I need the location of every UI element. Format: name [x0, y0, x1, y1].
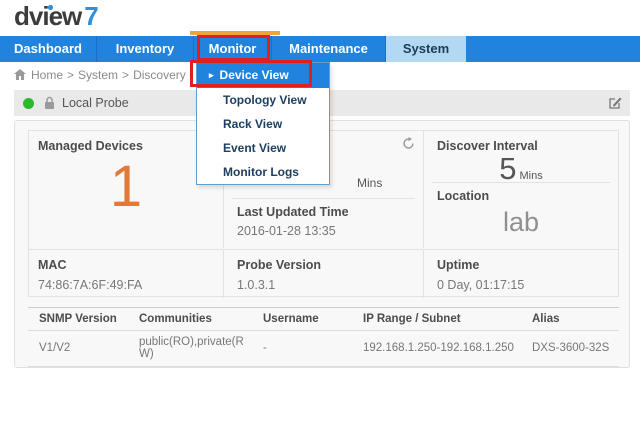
breadcrumb-separator: >: [67, 68, 74, 82]
mac-label: MAC: [38, 258, 66, 272]
probe-version-label: Probe Version: [237, 258, 321, 272]
managed-devices-card: Managed Devices 1: [29, 131, 224, 248]
nav-tab-maintenance[interactable]: Maintenance: [272, 36, 386, 62]
lock-icon: [44, 96, 55, 110]
menu-item-rack-view[interactable]: Rack View: [197, 112, 329, 136]
col-header-alias: Alias: [521, 308, 619, 331]
nav-tab-inventory[interactable]: Inventory: [97, 36, 194, 62]
uptime-cell: Uptime 0 Day, 01:17:15: [424, 250, 618, 298]
home-icon: [14, 69, 26, 80]
location-label: Location: [437, 189, 489, 203]
dview-logo: dview7: [14, 1, 98, 32]
divider: [232, 198, 415, 199]
menu-item-label: Device View: [220, 68, 289, 82]
col-header-communities: Communities: [128, 308, 252, 331]
table-row: V1/V2 public(RO),private(RW) - 192.168.1…: [28, 331, 619, 367]
managed-devices-count: 1: [29, 153, 223, 220]
probe-info-row: MAC 74:86:7A:6F:49:FA Probe Version 1.0.…: [29, 249, 618, 297]
cell-communities: public(RO),private(RW): [128, 331, 252, 367]
cell-snmp-version: V1/V2: [28, 331, 128, 367]
uptime-value: 0 Day, 01:17:15: [437, 278, 618, 292]
breadcrumb-separator: >: [122, 68, 129, 82]
menu-item-device-view[interactable]: ▸ Device View: [197, 63, 329, 88]
nav-tab-dashboard[interactable]: Dashboard: [0, 36, 97, 62]
nav-tab-monitor[interactable]: Monitor: [194, 36, 272, 62]
dview-app-window: dview7 Dashboard Inventory Monitor Maint…: [0, 0, 640, 446]
submenu-arrow-icon: ▸: [209, 70, 214, 80]
col-header-snmp-version: SNMP Version: [28, 308, 128, 331]
mac-cell: MAC 74:86:7A:6F:49:FA: [29, 250, 224, 298]
col-header-ip-range: IP Range / Subnet: [352, 308, 521, 331]
logo-i-dot-icon: [48, 5, 53, 10]
refresh-icon[interactable]: [402, 137, 415, 150]
menu-item-topology-view[interactable]: Topology View: [197, 88, 329, 112]
snmp-table: SNMP Version Communities Username IP Ran…: [28, 307, 619, 367]
discover-interval-number: 5: [499, 151, 516, 186]
managed-devices-label: Managed Devices: [38, 139, 143, 153]
cell-ip-range: 192.168.1.250-192.168.1.250: [352, 331, 521, 367]
main-nav: Dashboard Inventory Monitor Maintenance …: [0, 36, 640, 62]
polling-unit-fragment: Mins: [357, 176, 382, 190]
discover-interval-unit: Mins: [520, 170, 543, 182]
last-updated-value: 2016-01-28 13:35: [237, 224, 336, 238]
uptime-label: Uptime: [437, 258, 479, 272]
menu-item-event-view[interactable]: Event View: [197, 136, 329, 160]
probe-title: Local Probe: [62, 90, 129, 116]
app-header: dview7: [0, 0, 640, 36]
menu-item-monitor-logs[interactable]: Monitor Logs: [197, 160, 329, 184]
snmp-table-header-row: SNMP Version Communities Username IP Ran…: [28, 308, 619, 331]
breadcrumb-system[interactable]: System: [78, 68, 118, 82]
nav-tab-system[interactable]: System: [386, 36, 466, 62]
logo-version: 7: [84, 1, 97, 31]
probe-version-cell: Probe Version 1.0.3.1: [224, 250, 424, 298]
monitor-dropdown-menu: ▸ Device View Topology View Rack View Eve…: [196, 62, 330, 185]
location-value: lab: [424, 207, 618, 238]
cell-username: -: [252, 331, 352, 367]
status-online-dot-icon: [23, 98, 34, 109]
breadcrumb-discovery[interactable]: Discovery: [133, 68, 186, 82]
cell-alias: DXS-3600-32S: [521, 331, 619, 367]
last-updated-label: Last Updated Time: [237, 205, 349, 219]
divider: [432, 182, 610, 183]
breadcrumb-home[interactable]: Home: [31, 68, 63, 82]
col-header-username: Username: [252, 308, 352, 331]
interval-location-card: Discover Interval 5Mins Location lab: [424, 131, 618, 248]
edit-icon[interactable]: [608, 96, 622, 110]
probe-version-value: 1.0.3.1: [237, 278, 423, 292]
mac-value: 74:86:7A:6F:49:FA: [38, 278, 223, 292]
